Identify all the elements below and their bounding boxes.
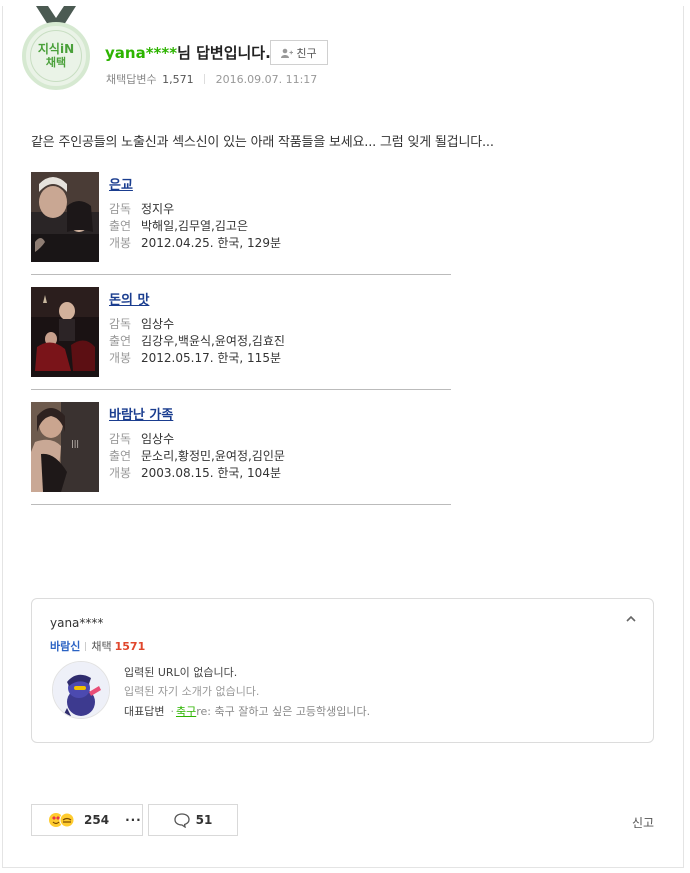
movie-card: 은교 감독 정지우 출연 박해일,김무열,김고은 개봉 2012.04.25. 한국,… bbox=[31, 172, 451, 275]
adopted-badge: 지식iN 채택 bbox=[22, 6, 90, 90]
adopted-label: 채택 bbox=[91, 640, 112, 653]
movie-release: 개봉 2012.04.25. 한국, 129분 bbox=[109, 236, 281, 250]
profile-url: 입력된 URL이 없습니다. bbox=[124, 666, 238, 679]
report-link[interactable]: 신고 bbox=[632, 814, 654, 831]
chevron-up-icon[interactable] bbox=[625, 614, 637, 624]
rep-answer-link[interactable]: re: 축구 잘하고 싶은 고등학생입니다. bbox=[196, 705, 370, 718]
username-link[interactable]: yana**** bbox=[105, 44, 177, 62]
badge-sublabel: 채택 bbox=[45, 56, 67, 69]
badge-medal: 지식iN 채택 bbox=[22, 22, 90, 90]
profile-intro: 입력된 자기 소개가 없습니다. bbox=[124, 685, 260, 698]
reaction-button[interactable]: 254 ··· bbox=[31, 804, 143, 836]
movie-release: 개봉 2003.08.15. 한국, 104분 bbox=[109, 466, 281, 480]
divider bbox=[204, 74, 206, 84]
answer-body: 같은 주인공들의 노출신과 섹스신이 있는 아래 작품들을 보세요... 그럼 … bbox=[31, 135, 494, 150]
rep-category-link[interactable]: 축구 bbox=[176, 705, 196, 718]
movie-poster[interactable] bbox=[31, 172, 99, 262]
svg-text:|||: ||| bbox=[71, 439, 79, 448]
movie-cast: 출연 김강우,백윤식,윤여정,김효진 bbox=[109, 334, 285, 348]
rep-label: 대표답변 bbox=[124, 705, 165, 718]
profile-name[interactable]: yana**** bbox=[50, 616, 103, 630]
movie-director: 감독 임상수 bbox=[109, 432, 175, 446]
more-reactions-button[interactable]: ··· bbox=[125, 813, 142, 827]
adopted-count: 1,571 bbox=[162, 73, 194, 86]
user-meta: 채택답변수 1,571 2016.09.07. 11:17 bbox=[106, 71, 317, 87]
answer-title: yana****님 답변입니다. bbox=[105, 42, 271, 63]
emoji-reaction-icon bbox=[49, 812, 75, 828]
comment-count: 51 bbox=[195, 813, 213, 827]
movie-title-link[interactable]: 돈의 맛 bbox=[109, 289, 149, 308]
add-friend-button[interactable]: 친구 bbox=[270, 40, 328, 65]
movie-title-link[interactable]: 바람난 가족 bbox=[109, 404, 173, 423]
reaction-count: 254 bbox=[84, 813, 110, 827]
grade-name: 바람신 bbox=[50, 640, 81, 653]
movie-release: 개봉 2012.05.17. 한국, 115분 bbox=[109, 351, 281, 365]
badge-label: 지식iN bbox=[37, 42, 75, 56]
add-friend-icon bbox=[281, 48, 294, 58]
movie-title-link[interactable]: 은교 bbox=[109, 174, 133, 193]
answer-date: 2016.09.07. 11:17 bbox=[215, 73, 318, 86]
movie-poster[interactable] bbox=[31, 287, 99, 377]
movie-cast: 출연 문소리,황정민,윤여정,김인문 bbox=[109, 449, 285, 463]
adopted-label: 채택답변수 bbox=[106, 73, 157, 86]
movie-card: ||| 바람난 가족 감독 임상수 출연 문소리,황정민,윤여정,김인문 개봉 200… bbox=[31, 402, 451, 505]
movie-card: 돈의 맛 감독 임상수 출연 김강우,백윤식,윤여정,김효진 개봉 2012.05.1… bbox=[31, 287, 451, 390]
comment-button[interactable]: 51 bbox=[148, 804, 238, 836]
movie-cast: 출연 박해일,김무열,김고은 bbox=[109, 219, 248, 233]
comment-icon bbox=[173, 812, 190, 828]
answerer-profile-card: yana**** 바람신 채택 1571 입력된 URL이 없습니다. 입력된 자기… bbox=[31, 598, 654, 743]
title-suffix: 님 답변입니다. bbox=[177, 44, 271, 62]
representative-answer: 대표답변 · 축구re: 축구 잘하고 싶은 고등학생입니다. bbox=[124, 705, 371, 718]
movie-director: 감독 정지우 bbox=[109, 202, 175, 216]
movie-director: 감독 임상수 bbox=[109, 317, 175, 331]
movie-poster[interactable]: ||| bbox=[31, 402, 99, 492]
avatar[interactable] bbox=[52, 661, 110, 719]
profile-grade: 바람신 채택 1571 bbox=[50, 638, 145, 654]
adopted-count: 1571 bbox=[114, 640, 146, 653]
friend-label: 친구 bbox=[296, 46, 317, 60]
